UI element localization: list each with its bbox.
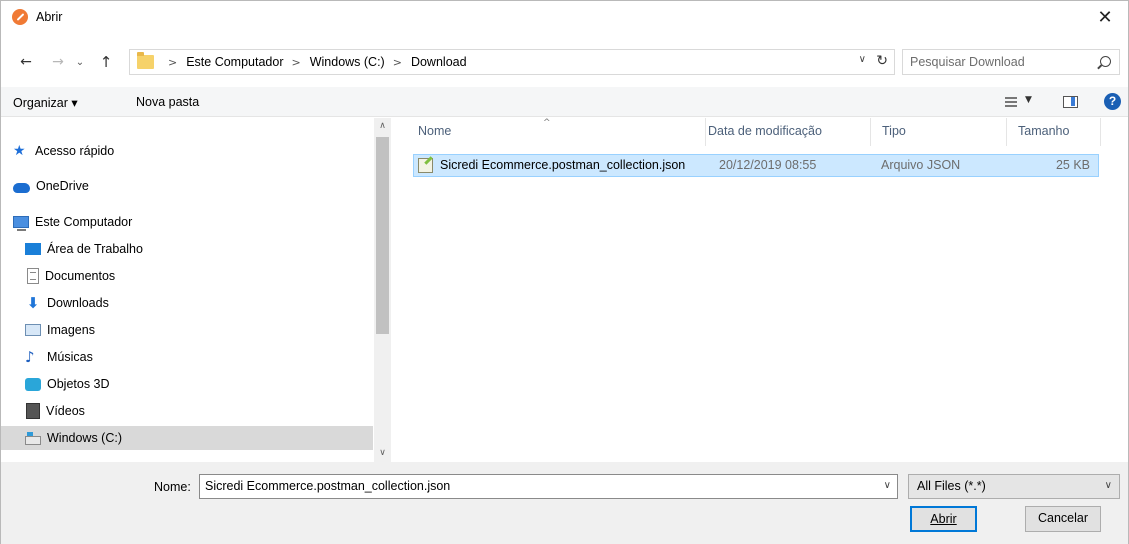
column-divider[interactable]: [1100, 118, 1101, 146]
file-size: 25 KB: [1055, 158, 1090, 172]
desktop-icon: [25, 243, 41, 255]
scroll-down-button[interactable]: ∨: [374, 445, 391, 462]
file-type-select[interactable]: All Files (*.*) ∨: [908, 474, 1120, 499]
search-placeholder: Pesquisar Download: [910, 55, 1025, 69]
view-dropdown-button[interactable]: ▼: [1025, 95, 1032, 105]
sidebar-item-label: Objetos 3D: [47, 377, 110, 391]
sidebar-item-label: OneDrive: [36, 179, 89, 193]
column-header-size[interactable]: Tamanho: [1018, 124, 1069, 138]
drive-icon: [25, 432, 41, 445]
sidebar-item-label: Este Computador: [35, 215, 133, 229]
breadcrumb-download[interactable]: Download: [411, 55, 467, 69]
sidebar-item-windows-c[interactable]: Windows (C:): [1, 426, 373, 450]
column-divider[interactable]: [705, 118, 706, 146]
computer-icon: [13, 216, 29, 231]
breadcrumb-este-computador[interactable]: Este Computador: [186, 55, 283, 69]
column-header-name[interactable]: Nome: [418, 124, 451, 138]
sidebar-item-label: Imagens: [47, 323, 95, 337]
column-header-type[interactable]: Tipo: [882, 124, 906, 138]
sidebar-item-videos[interactable]: Vídeos: [1, 399, 373, 423]
file-type: Arquivo JSON: [881, 158, 961, 172]
breadcrumb: > Este Computador > Windows (C:) > Downl…: [160, 55, 467, 69]
folder-icon: [137, 52, 154, 69]
app-icon: [12, 9, 28, 25]
open-file-dialog: Abrir ✕ ← → ⌄ ↑ > Este Computador > Wind…: [0, 0, 1129, 544]
videos-icon: [26, 403, 40, 419]
file-name-field[interactable]: Sicredi Ecommerce.postman_collection.jso…: [199, 474, 898, 499]
chevron-down-icon: ∨: [1104, 480, 1112, 491]
organize-button[interactable]: Organizar ▾: [13, 95, 78, 110]
file-name-label: Nome:: [154, 480, 191, 494]
music-icon: ♪: [25, 348, 35, 366]
help-icon[interactable]: ?: [1104, 93, 1121, 110]
table-row[interactable]: Sicredi Ecommerce.postman_collection.jso…: [413, 154, 1099, 177]
sidebar-item-downloads[interactable]: ⬇ Downloads: [1, 291, 373, 315]
cancel-button[interactable]: Cancelar: [1025, 506, 1101, 532]
sidebar-item-objetos-3d[interactable]: Objetos 3D: [1, 372, 373, 396]
sidebar-item-label: Músicas: [47, 350, 93, 364]
breadcrumb-separator[interactable]: >: [168, 56, 177, 69]
column-divider[interactable]: [1006, 118, 1007, 146]
sidebar-item-acesso-rapido[interactable]: ★ Acesso rápido: [1, 139, 373, 163]
star-icon: ★: [13, 143, 26, 159]
sidebar-item-area-de-trabalho[interactable]: Área de Trabalho: [1, 237, 373, 261]
sidebar-item-label: Vídeos: [46, 404, 85, 418]
title-bar: Abrir ✕: [1, 1, 1128, 33]
address-dropdown-button[interactable]: ∨: [859, 54, 866, 65]
new-folder-button[interactable]: Nova pasta: [136, 95, 199, 109]
document-icon: [27, 268, 39, 284]
column-divider[interactable]: [870, 118, 871, 146]
chevron-down-icon[interactable]: ∨: [884, 480, 891, 491]
breadcrumb-windows-c[interactable]: Windows (C:): [310, 55, 385, 69]
file-name-value: Sicredi Ecommerce.postman_collection.jso…: [205, 479, 451, 493]
json-file-icon: [418, 158, 433, 173]
column-header-modified[interactable]: Data de modificação: [708, 124, 822, 138]
sidebar-item-label: Área de Trabalho: [47, 242, 143, 256]
dialog-title: Abrir: [36, 10, 63, 24]
sidebar-item-label: Windows (C:): [47, 431, 123, 445]
sidebar-item-label: Downloads: [47, 296, 109, 310]
scroll-up-button[interactable]: ∧: [374, 118, 391, 135]
scroll-thumb[interactable]: [376, 137, 389, 334]
sidebar-item-onedrive[interactable]: OneDrive: [1, 174, 373, 198]
sidebar-item-musicas[interactable]: ♪ Músicas: [1, 345, 373, 369]
search-input[interactable]: Pesquisar Download: [902, 49, 1120, 75]
forward-button[interactable]: →: [47, 51, 69, 73]
preview-pane-icon[interactable]: [1063, 96, 1078, 108]
file-modified-date: 20/12/2019 08:55: [719, 158, 817, 172]
cloud-icon: [13, 182, 30, 193]
file-type-value: All Files (*.*): [917, 479, 986, 493]
address-row: ← → ⌄ ↑ > Este Computador > Windows (C:)…: [1, 47, 1128, 77]
open-button-label: Abrir: [930, 512, 957, 526]
file-list: ^ Nome Data de modificação Tipo Tamanho …: [392, 118, 1128, 462]
sort-ascending-icon: ^: [543, 118, 551, 128]
pictures-icon: [25, 324, 41, 336]
open-button[interactable]: Abrir: [910, 506, 977, 532]
breadcrumb-separator[interactable]: >: [393, 56, 402, 69]
sidebar-item-label: Acesso rápido: [35, 144, 115, 158]
file-name: Sicredi Ecommerce.postman_collection.jso…: [440, 158, 686, 172]
sidebar-item-este-computador[interactable]: Este Computador: [1, 210, 373, 234]
navigation-pane: ★ Acesso rápido OneDrive Este Computador…: [1, 118, 391, 462]
address-bar[interactable]: > Este Computador > Windows (C:) > Downl…: [129, 49, 895, 75]
refresh-button[interactable]: ↻: [876, 53, 888, 69]
command-bar: Organizar ▾ Nova pasta ▼ ?: [1, 87, 1128, 117]
breadcrumb-separator[interactable]: >: [292, 56, 301, 69]
3d-objects-icon: [25, 377, 41, 391]
sidebar-item-imagens[interactable]: Imagens: [1, 318, 373, 342]
download-icon: ⬇: [26, 294, 40, 312]
view-options-icon[interactable]: [1005, 97, 1017, 107]
dialog-footer: Nome: Sicredi Ecommerce.postman_collecti…: [1, 462, 1128, 544]
back-button[interactable]: ←: [15, 51, 37, 73]
recent-locations-button[interactable]: ⌄: [69, 51, 91, 73]
search-icon[interactable]: [1100, 56, 1111, 67]
close-button[interactable]: ✕: [1082, 1, 1128, 33]
sidebar-item-documentos[interactable]: Documentos: [1, 264, 373, 288]
navigation-scrollbar[interactable]: ∧ ∨: [374, 118, 391, 462]
up-folder-button[interactable]: ↑: [95, 51, 117, 73]
sidebar-item-label: Documentos: [45, 269, 116, 283]
